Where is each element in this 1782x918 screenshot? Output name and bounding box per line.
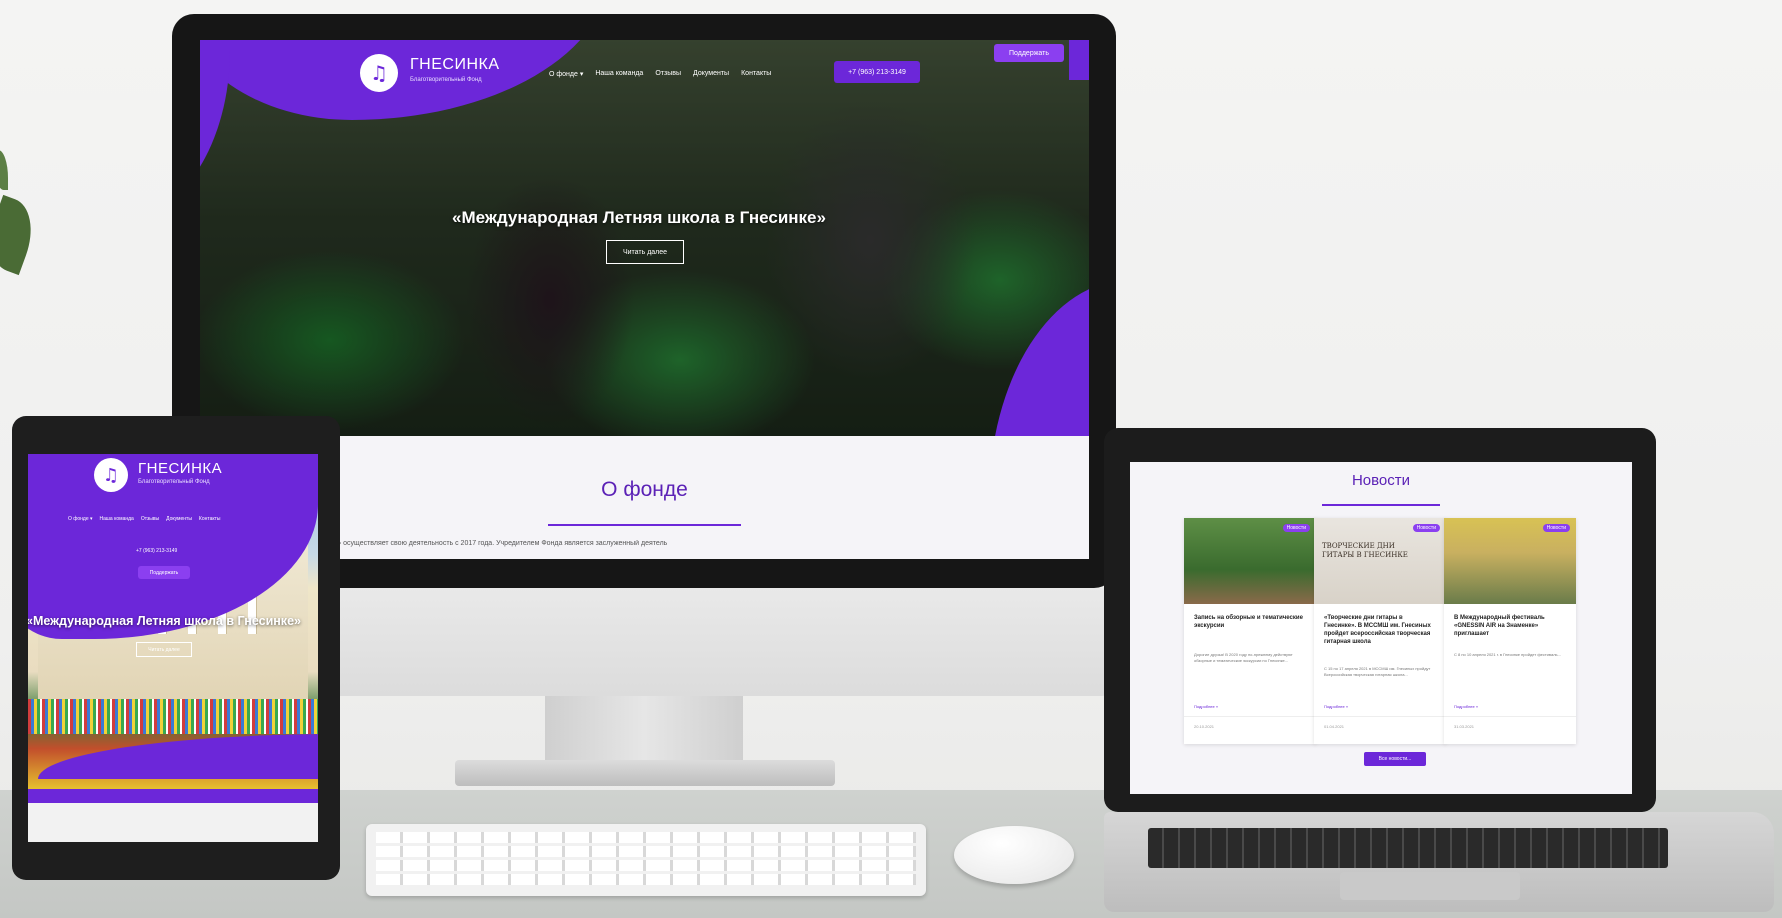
news-card-more-link[interactable]: Подробнее » [1194, 704, 1218, 709]
logo-subtitle: Благотворительный Фонд [138, 479, 210, 485]
laptop-screen: Новости Новости Запись на обзорные и тем… [1130, 462, 1632, 794]
news-card-date: 01.04.2021 [1324, 724, 1345, 729]
about-underline [548, 524, 741, 526]
news-card-more-link[interactable]: Подробнее » [1454, 704, 1478, 709]
tablet-phone[interactable]: +7 (963) 213-3149 [136, 548, 177, 554]
main-nav: О фонде ▾ Наша команда Отзывы Документы … [549, 70, 771, 78]
mouse [954, 826, 1074, 884]
nav-item-reviews[interactable]: Отзывы [141, 516, 159, 522]
news-card-text: Дорогие друзья! В 2020 году по-прежнему … [1194, 652, 1293, 663]
logo-name[interactable]: ГНЕСИНКА [138, 460, 222, 477]
news-card-date: 31.03.2021 [1454, 724, 1475, 729]
nav-item-documents[interactable]: Документы [693, 70, 729, 78]
news-badge: Новости [1282, 524, 1310, 532]
news-card-text: С 15 по 17 апреля 2021 в МССМШ им. Гнеси… [1324, 666, 1431, 677]
support-button[interactable]: Поддержать [994, 44, 1064, 62]
desktop-hero: ♫ ГНЕСИНКА Благотворительный Фонд О фонд… [200, 40, 1089, 436]
logo-icon[interactable]: ♫ [94, 458, 128, 492]
monitor-stand [545, 696, 743, 760]
nav-item-team[interactable]: Наша команда [595, 70, 643, 78]
news-card-title[interactable]: Запись на обзорные и тематические экскур… [1194, 614, 1306, 630]
news-card-date: 20.10.2021 [1194, 724, 1215, 729]
news-badge: Новости [1412, 524, 1440, 532]
news-card[interactable]: Новости В Международный фестиваль «GNESS… [1444, 518, 1576, 744]
nav-item-team[interactable]: Наша команда [100, 516, 134, 522]
keyboard-keys [376, 832, 916, 888]
support-button[interactable]: Поддержать [138, 566, 190, 579]
hero-purple-shape [38, 734, 318, 779]
laptop-keyboard [1148, 828, 1668, 868]
news-card-image-text: ТВОРЧЕСКИЕ ДНИ ГИТАРЫ В ГНЕСИНКЕ [1322, 542, 1408, 559]
phone-button[interactable]: +7 (963) 213-3149 [834, 61, 920, 83]
read-more-button[interactable]: Читать далее [136, 642, 192, 657]
tablet-nav: О фонде ▾ Наша команда Отзывы Документы … [68, 516, 221, 522]
news-card-title[interactable]: В Международный фестиваль «GNESSIN AIR н… [1454, 614, 1566, 638]
monitor-foot [455, 760, 835, 786]
plant-leaf [0, 194, 43, 276]
hero-title: «Международная Летняя школа в Гнесинке» [28, 614, 301, 628]
news-card[interactable]: ТВОРЧЕСКИЕ ДНИ ГИТАРЫ В ГНЕСИНКЕ Новости… [1314, 518, 1446, 744]
nav-item-contacts[interactable]: Контакты [199, 516, 221, 522]
logo-name[interactable]: ГНЕСИНКА [410, 56, 500, 74]
nav-item-about[interactable]: О фонде ▾ [68, 516, 93, 522]
plant-leaf [0, 150, 8, 190]
nav-item-contacts[interactable]: Контакты [741, 70, 771, 78]
news-card-text: С 8 по 10 апреля 2021 г. в Гнесинке прой… [1454, 652, 1561, 657]
read-more-button[interactable]: Читать далее [606, 240, 684, 264]
logo-subtitle: Благотворительный Фонд [410, 77, 482, 83]
news-underline [1322, 504, 1440, 506]
about-text: Благотворительный фонд «ГНЕСИНКА» осущес… [210, 540, 668, 547]
news-card[interactable]: Новости Запись на обзорные и тематически… [1184, 518, 1316, 744]
tablet-footer [28, 789, 318, 842]
tablet-hero: ♫ ГНЕСИНКА Благотворительный Фонд О фонд… [28, 454, 318, 789]
laptop-trackpad [1340, 872, 1520, 900]
all-news-button[interactable]: Все новости... [1364, 752, 1426, 766]
hero-purple-shape [1069, 40, 1089, 80]
tablet-screen: ♫ ГНЕСИНКА Благотворительный Фонд О фонд… [28, 454, 318, 842]
hero-title: «Международная Летняя школа в Гнесинке» [452, 208, 826, 227]
nav-item-documents[interactable]: Документы [166, 516, 192, 522]
news-title: Новости [1351, 472, 1411, 489]
nav-item-about[interactable]: О фонде ▾ [549, 70, 583, 78]
crowd-photo [28, 699, 318, 734]
logo-icon[interactable]: ♫ [360, 54, 398, 92]
news-card-title[interactable]: «Творческие дни гитары в Гнесинке». В МС… [1324, 614, 1436, 646]
news-badge: Новости [1542, 524, 1570, 532]
news-card-more-link[interactable]: Подробнее » [1324, 704, 1348, 709]
nav-item-reviews[interactable]: Отзывы [655, 70, 681, 78]
